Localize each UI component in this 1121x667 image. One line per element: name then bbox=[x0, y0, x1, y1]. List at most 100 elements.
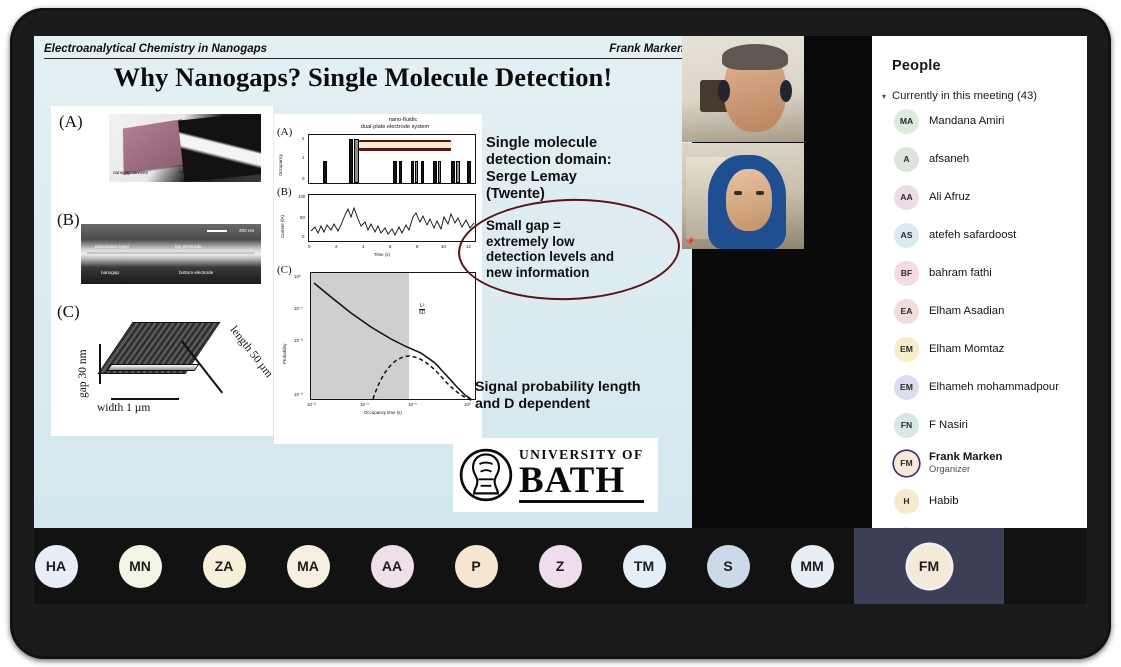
person-row[interactable]: Aafsaneh bbox=[872, 140, 1087, 178]
person-row[interactable]: EM Elham Momtaz bbox=[872, 330, 1087, 368]
filmstrip-tile-active[interactable]: FM bbox=[854, 528, 1004, 604]
avatar: ZA bbox=[202, 544, 246, 588]
plot-c-ytick-1: 10⁻¹ bbox=[294, 306, 303, 311]
filmstrip-tile[interactable]: ZA bbox=[182, 528, 266, 604]
filmstrip-tile[interactable]: HA bbox=[34, 528, 98, 604]
plot-c-tag: (C) bbox=[277, 264, 292, 276]
shared-screen-slide[interactable]: Electroanalytical Chemistry in Nanogaps … bbox=[34, 36, 692, 528]
plot-c-annotation-num: L² bbox=[419, 303, 425, 309]
plot-c-ylabel: Probability bbox=[282, 343, 287, 365]
plot-caption-line2: dual-plate electrode system bbox=[360, 124, 430, 130]
filmstrip-tile[interactable]: AA bbox=[350, 528, 434, 604]
panel-b-label-3: bottom electrode bbox=[179, 270, 214, 275]
people-panel-title: People bbox=[892, 58, 941, 74]
electrode-inset bbox=[359, 140, 451, 151]
plot-c-ytick-0: 10⁰ bbox=[294, 274, 301, 279]
panel-b-scale-label: 200 nm bbox=[239, 228, 255, 233]
plot-c-xtick-2: 10⁻¹ bbox=[408, 402, 417, 407]
filmstrip-tile[interactable]: P bbox=[434, 528, 518, 604]
person-name-block: Ali Afruz bbox=[929, 191, 970, 204]
plot-a-ytick-0: 2 bbox=[302, 136, 305, 141]
plot-b-xtick-2: 4 bbox=[362, 244, 365, 249]
slide-title: Why Nanogaps? Single Molecule Detection! bbox=[113, 62, 613, 92]
panel-c-sketch bbox=[97, 312, 221, 394]
person-name-block: Habib bbox=[929, 495, 959, 508]
avatar: AA bbox=[894, 184, 919, 210]
person-name-block: Mandana Amiri bbox=[929, 115, 1004, 128]
participant-filmstrip[interactable]: HA MN ZA MA AA P Z TM S MM FM bbox=[34, 528, 1087, 604]
filmstrip-tile[interactable]: S bbox=[686, 528, 770, 604]
panel-c-length-label: length 50 µm bbox=[227, 324, 275, 380]
person-name-block: atefeh safardoost bbox=[929, 229, 1016, 242]
university-logo: UNIVERSITY OF BATH bbox=[453, 438, 658, 512]
avatar: Z bbox=[538, 544, 582, 588]
avatar: HA bbox=[34, 544, 78, 588]
person-row[interactable]: EM Elhameh mohammadpour bbox=[872, 368, 1087, 406]
panel-c-gap-label: gap 30 nm bbox=[77, 349, 89, 398]
person-name-block: Elham Momtaz bbox=[929, 343, 1004, 356]
plot-b-ytick-0: 100 bbox=[298, 194, 306, 199]
participant-face bbox=[726, 169, 772, 231]
plot-occupancy bbox=[308, 134, 476, 184]
panel-a-scale-label: 5 mm bbox=[247, 118, 259, 123]
panel-a-tag: (A) bbox=[59, 112, 83, 131]
avatar: TM bbox=[622, 544, 666, 588]
plot-probability: L² 6D bbox=[310, 272, 476, 401]
width-arrow bbox=[111, 398, 179, 400]
headphone-right bbox=[780, 80, 792, 102]
avatar: FN bbox=[894, 412, 919, 438]
person-row[interactable]: MA Mandana Amiri bbox=[872, 102, 1087, 140]
filmstrip-tile[interactable]: TM bbox=[602, 528, 686, 604]
logo-line-2: BATH bbox=[519, 459, 626, 501]
plot-c-xtick-3: 10⁰ bbox=[464, 402, 471, 407]
filmstrip-tile[interactable]: Z bbox=[518, 528, 602, 604]
person-row[interactable]: H Habib bbox=[872, 482, 1087, 520]
plot-caption-line1: nano-fluidic bbox=[388, 117, 418, 123]
nanogap-layer bbox=[87, 250, 255, 254]
person-name-block: F Nasiri bbox=[929, 419, 968, 432]
avatar: A bbox=[894, 146, 919, 172]
people-list[interactable]: MA Mandana Amiri Aafsaneh AA Ali Afruz AS atef… bbox=[872, 102, 1087, 558]
person-row[interactable]: FM Frank Marken Organizer bbox=[872, 444, 1087, 482]
slide-canvas: Electroanalytical Chemistry in Nanogaps … bbox=[34, 36, 692, 528]
person-name: Ali Afruz bbox=[929, 190, 971, 203]
video-tile-participant[interactable]: 📌 bbox=[682, 143, 804, 249]
avatar: FM bbox=[907, 544, 951, 588]
plot-b-xtick-5: 10 bbox=[441, 244, 446, 249]
avatar: MN bbox=[118, 544, 162, 588]
callout-signal-probability: Signal probability length and D dependen… bbox=[475, 379, 641, 412]
person-name: bahram fathi bbox=[929, 266, 992, 279]
person-row[interactable]: AS atefeh safardoost bbox=[872, 216, 1087, 254]
plot-c-xtick-0: 10⁻³ bbox=[307, 402, 316, 407]
person-row[interactable]: BF bahram fathi bbox=[872, 254, 1087, 292]
slide-header-left: Electroanalytical Chemistry in Nanogaps bbox=[44, 43, 268, 55]
panel-c-tag: (C) bbox=[57, 302, 80, 321]
person-row[interactable]: AA Ali Afruz bbox=[872, 178, 1087, 216]
screen: Electroanalytical Chemistry in Nanogaps … bbox=[34, 36, 1087, 604]
panel-b-label-1: top electrode bbox=[175, 244, 202, 249]
scalebar-b bbox=[207, 230, 227, 232]
chevron-down-icon[interactable]: ▾ bbox=[882, 92, 886, 101]
plot-b-ytick-2: 0 bbox=[302, 234, 305, 239]
avatar: FM bbox=[894, 450, 919, 476]
avatar: S bbox=[706, 544, 750, 588]
logo-text: UNIVERSITY OF BATH bbox=[519, 447, 644, 504]
person-row[interactable]: FN F Nasiri bbox=[872, 406, 1087, 444]
video-tile-speaker[interactable] bbox=[682, 36, 804, 142]
callout-small-gap: Small gap = extremely low detection leve… bbox=[486, 218, 614, 281]
avatar: MA bbox=[286, 544, 330, 588]
person-row[interactable]: EA Elham Asadian bbox=[872, 292, 1087, 330]
avatar: AA bbox=[370, 544, 414, 588]
plot-b-xtick-3: 6 bbox=[389, 244, 392, 249]
filmstrip-tile[interactable]: MM bbox=[770, 528, 854, 604]
avatar: EM bbox=[894, 374, 919, 400]
panel-a-label-1: Pt wires bbox=[179, 170, 196, 175]
people-section-header[interactable]: ▾ Currently in this meeting (43) bbox=[872, 74, 1087, 102]
people-panel: People ▾ Currently in this meeting (43) … bbox=[872, 36, 1087, 576]
filmstrip-tile[interactable]: MN bbox=[98, 528, 182, 604]
plot-a-tag: (A) bbox=[277, 126, 293, 138]
person-name-block: afsaneh bbox=[929, 153, 969, 166]
filmstrip-tile[interactable]: MA bbox=[266, 528, 350, 604]
plot-b-xtick-0: 0 bbox=[308, 244, 311, 249]
plot-c-ytick-3: 10⁻³ bbox=[294, 392, 303, 397]
